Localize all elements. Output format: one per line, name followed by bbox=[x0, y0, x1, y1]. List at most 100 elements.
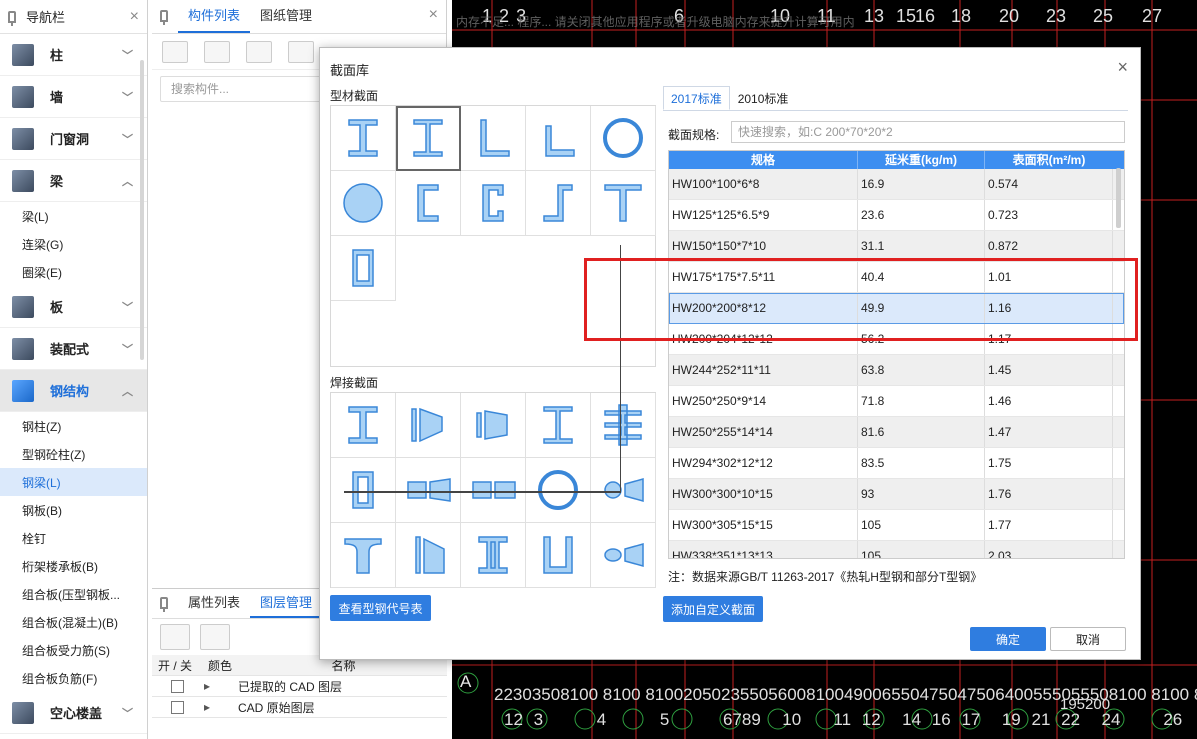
layer-row[interactable]: ▸ CAD 原始图层 bbox=[152, 697, 447, 718]
nav-group[interactable]: 钢结构 ︿ bbox=[0, 370, 147, 412]
welded-shape-cell[interactable] bbox=[461, 393, 526, 458]
welded-shape-cell[interactable] bbox=[396, 393, 461, 458]
profile-shape-cell[interactable] bbox=[331, 236, 396, 301]
nav-group[interactable]: 空心楼盖 ﹀ bbox=[0, 692, 147, 734]
table-row[interactable]: HW294*302*12*12 83.5 1.75 bbox=[669, 448, 1124, 479]
new-component-button[interactable] bbox=[162, 40, 188, 63]
tab-component-list[interactable]: 构件列表 bbox=[178, 0, 251, 33]
close-icon[interactable]: × bbox=[429, 6, 438, 24]
tab-2017-standard[interactable]: 2017标准 bbox=[663, 86, 730, 110]
profile-shape-cell[interactable] bbox=[331, 171, 396, 236]
layer-copy-button[interactable] bbox=[288, 40, 314, 63]
nav-group[interactable]: 梁 ︿ bbox=[0, 160, 147, 202]
col-color: 颜色 bbox=[208, 658, 233, 673]
profile-shape-cell[interactable] bbox=[461, 106, 526, 171]
profile-shape-cell[interactable] bbox=[526, 171, 591, 236]
profile-shape-cell[interactable] bbox=[331, 106, 396, 171]
nav-item[interactable]: 组合板负筋(F) bbox=[0, 664, 147, 692]
chevron-down-icon[interactable]: ﹀ bbox=[122, 705, 133, 721]
tab-2010-standard[interactable]: 2010标准 bbox=[730, 86, 797, 110]
layer-name: CAD 原始图层 bbox=[238, 700, 315, 715]
close-icon[interactable]: × bbox=[1117, 57, 1128, 78]
expand-arrow-icon[interactable]: ▸ bbox=[204, 700, 238, 714]
profile-shape-cell[interactable] bbox=[591, 171, 656, 236]
tapered-h-icon bbox=[411, 407, 443, 443]
section-spec-table: 规格 延米重(kg/m) 表面积(m²/m) HW100*100*6*8 16.9… bbox=[668, 150, 1125, 559]
chevron-down-icon[interactable]: ﹀ bbox=[122, 131, 133, 147]
delete-button[interactable] bbox=[246, 40, 272, 63]
table-row[interactable]: HW300*305*15*15 105 1.77 bbox=[669, 510, 1124, 541]
nav-item[interactable]: 组合板受力筋(S) bbox=[0, 636, 147, 664]
table-row[interactable]: HW338*351*13*13 105 2.03 bbox=[669, 541, 1124, 558]
nav-group[interactable]: 墙 ﹀ bbox=[0, 76, 147, 118]
profile-shape-cell[interactable] bbox=[396, 106, 461, 171]
welded-shape-cell[interactable] bbox=[591, 393, 656, 458]
nav-group[interactable]: 板 ﹀ bbox=[0, 286, 147, 328]
nav-item[interactable]: 圈梁(E) bbox=[0, 258, 147, 286]
nav-group[interactable]: 装配式 ﹀ bbox=[0, 328, 147, 370]
chevron-down-icon[interactable]: ﹀ bbox=[122, 89, 133, 105]
welded-shape-cell[interactable] bbox=[461, 523, 526, 588]
h-beam-icon bbox=[413, 119, 443, 157]
welded-shape-cell[interactable] bbox=[396, 523, 461, 588]
cancel-button[interactable]: 取消 bbox=[1050, 627, 1126, 651]
welded-shape-cell[interactable] bbox=[331, 523, 396, 588]
cell-spec: HW300*305*15*15 bbox=[669, 510, 858, 540]
profile-shape-cell[interactable] bbox=[526, 106, 591, 171]
profile-shape-cell[interactable] bbox=[461, 171, 526, 236]
chevron-down-icon[interactable]: ﹀ bbox=[122, 299, 133, 315]
profile-shape-cell[interactable] bbox=[396, 171, 461, 236]
nav-scrollbar[interactable] bbox=[140, 60, 144, 360]
spec-search-input[interactable]: 快速搜索，如:C 200*70*20*2 bbox=[731, 121, 1125, 143]
layer-row[interactable]: ▸ 已提取的 CAD 图层 bbox=[152, 676, 447, 697]
nav-item[interactable]: 钢柱(Z) bbox=[0, 412, 147, 440]
close-icon[interactable]: × bbox=[130, 8, 139, 26]
pin-icon[interactable] bbox=[160, 10, 168, 25]
tab-layer-management[interactable]: 图层管理 bbox=[250, 588, 323, 618]
chevron-up-icon[interactable]: ︿ bbox=[122, 383, 133, 399]
nav-item[interactable]: 连梁(G) bbox=[0, 230, 147, 258]
welded-shape-cell[interactable] bbox=[331, 393, 396, 458]
nav-group-label: 门窗洞 bbox=[50, 132, 90, 147]
table-row[interactable]: HW250*255*14*14 81.6 1.47 bbox=[669, 417, 1124, 448]
table-row[interactable]: HW250*250*9*14 71.8 1.46 bbox=[669, 386, 1124, 417]
view-steel-code-button[interactable]: 查看型钢代号表 bbox=[330, 595, 431, 621]
nav-item[interactable]: 组合板(混凝土)(B) bbox=[0, 608, 147, 636]
profile-shape-cell[interactable] bbox=[591, 106, 656, 171]
chevron-up-icon[interactable]: ︿ bbox=[122, 173, 133, 189]
tab-properties[interactable]: 属性列表 bbox=[178, 588, 250, 618]
nav-group[interactable]: 柱 ﹀ bbox=[0, 34, 147, 76]
copy-button[interactable] bbox=[204, 40, 230, 63]
tapered-ellipse-icon bbox=[604, 543, 644, 567]
nav-item[interactable]: 栓钉 bbox=[0, 524, 147, 552]
nav-item[interactable]: 桁架楼承板(B) bbox=[0, 552, 147, 580]
chevron-down-icon[interactable]: ﹀ bbox=[122, 341, 133, 357]
nav-item[interactable]: 梁(L) bbox=[0, 202, 147, 230]
layer-show-button[interactable] bbox=[160, 624, 190, 650]
chevron-down-icon[interactable]: ﹀ bbox=[122, 47, 133, 63]
nav-item[interactable]: 钢板(B) bbox=[0, 496, 147, 524]
welded-shape-cell[interactable] bbox=[591, 523, 656, 588]
table-row[interactable]: HW244*252*11*11 63.8 1.45 bbox=[669, 355, 1124, 386]
nav-group[interactable]: 门窗洞 ﹀ bbox=[0, 118, 147, 160]
welded-shape-cell[interactable] bbox=[526, 523, 591, 588]
table-row[interactable]: HW100*100*6*8 16.9 0.574 bbox=[669, 169, 1124, 200]
welded-shape-cell[interactable] bbox=[526, 393, 591, 458]
tab-drawing-management[interactable]: 图纸管理 bbox=[250, 0, 322, 33]
layer-name: 已提取的 CAD 图层 bbox=[238, 679, 343, 694]
nav-item[interactable]: 组合板(压型钢板... bbox=[0, 580, 147, 608]
ok-button[interactable]: 确定 bbox=[970, 627, 1046, 651]
layer-hide-button[interactable] bbox=[200, 624, 230, 650]
table-row[interactable]: HW300*300*10*15 93 1.76 bbox=[669, 479, 1124, 510]
table-body: HW100*100*6*8 16.9 0.574 HW125*125*6.5*9 23.… bbox=[669, 169, 1124, 558]
nav-item[interactable]: 钢梁(L) bbox=[0, 468, 147, 496]
table-scrollbar[interactable] bbox=[1116, 168, 1121, 228]
layer-checkbox[interactable] bbox=[171, 679, 184, 693]
nav-item[interactable]: 型钢砼柱(Z) bbox=[0, 440, 147, 468]
table-row[interactable]: HW125*125*6.5*9 23.6 0.723 bbox=[669, 200, 1124, 231]
pin-icon[interactable] bbox=[8, 10, 16, 26]
layer-checkbox[interactable] bbox=[171, 700, 184, 714]
add-custom-section-button[interactable]: 添加自定义截面 bbox=[663, 596, 763, 622]
pin-icon[interactable] bbox=[160, 597, 168, 612]
expand-arrow-icon[interactable]: ▸ bbox=[204, 679, 238, 693]
